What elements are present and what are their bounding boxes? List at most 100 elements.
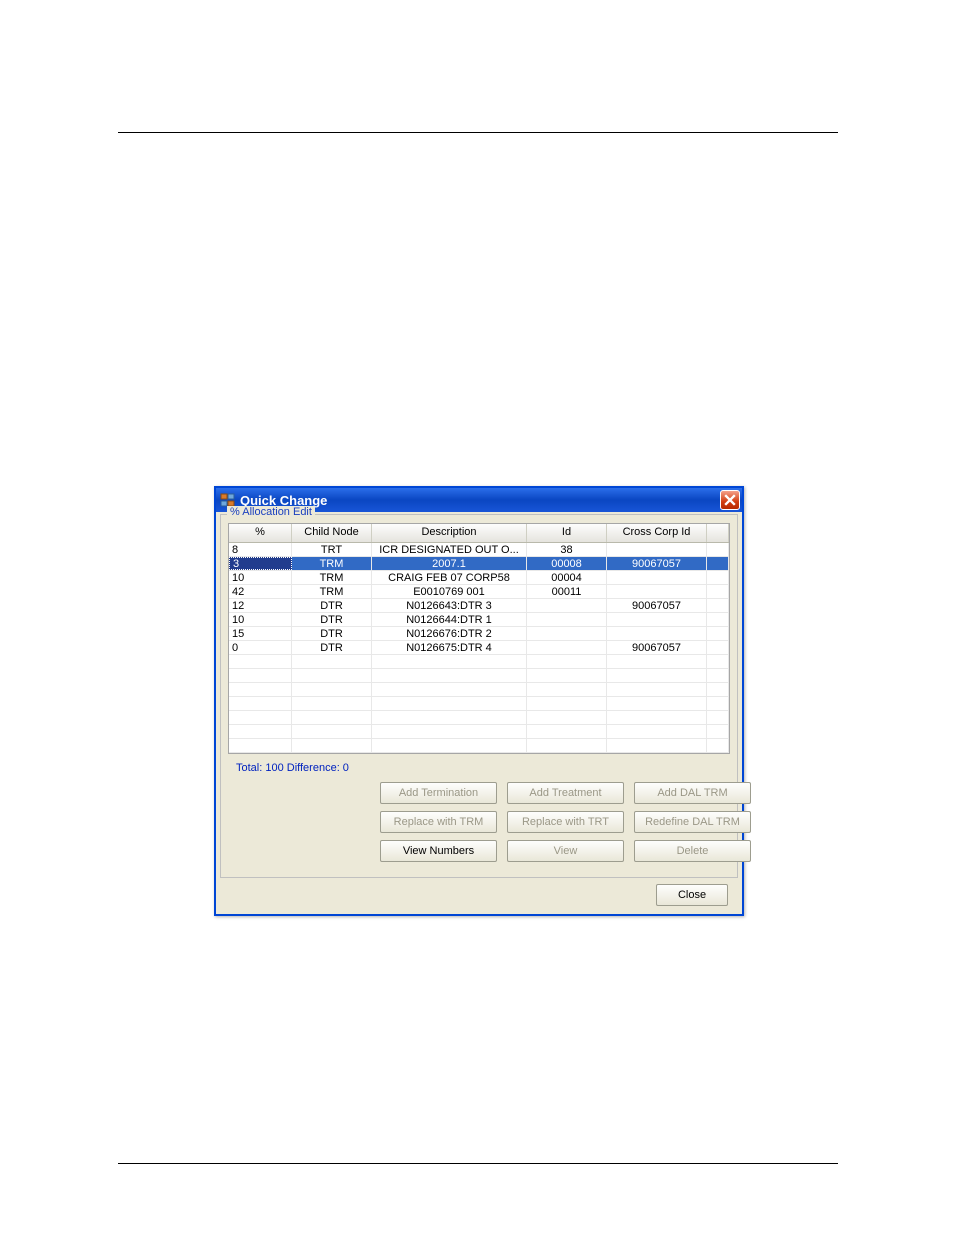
- grid-cell[interactable]: [707, 711, 729, 724]
- table-row[interactable]: 10DTRN0126644:DTR 1: [229, 613, 729, 627]
- grid-cell[interactable]: [607, 543, 707, 556]
- grid-cell[interactable]: [707, 683, 729, 696]
- grid-cell[interactable]: 15: [229, 627, 292, 640]
- grid-cell[interactable]: [229, 683, 292, 696]
- grid-cell[interactable]: 00008: [527, 557, 607, 570]
- grid-cell[interactable]: 42: [229, 585, 292, 598]
- grid-cell[interactable]: N0126643:DTR 3: [372, 599, 527, 612]
- view-button[interactable]: View: [507, 840, 624, 862]
- table-row-empty[interactable]: [229, 739, 729, 753]
- grid-cell[interactable]: 10: [229, 613, 292, 626]
- grid-cell[interactable]: [607, 711, 707, 724]
- allocation-grid[interactable]: % Child Node Description Id Cross Corp I…: [228, 523, 730, 754]
- grid-cell[interactable]: [292, 711, 372, 724]
- grid-cell[interactable]: [372, 711, 527, 724]
- grid-cell[interactable]: [229, 711, 292, 724]
- grid-cell[interactable]: 0: [229, 641, 292, 654]
- add-dal-trm-button[interactable]: Add DAL TRM: [634, 782, 751, 804]
- col-header-description[interactable]: Description: [372, 524, 527, 542]
- grid-cell[interactable]: [292, 725, 372, 738]
- grid-cell[interactable]: [707, 585, 729, 598]
- grid-cell[interactable]: [372, 739, 527, 752]
- grid-cell[interactable]: 12: [229, 599, 292, 612]
- grid-cell[interactable]: [372, 669, 527, 682]
- delete-button[interactable]: Delete: [634, 840, 751, 862]
- col-header-child-node[interactable]: Child Node: [292, 524, 372, 542]
- grid-cell[interactable]: [372, 683, 527, 696]
- grid-cell[interactable]: 38: [527, 543, 607, 556]
- grid-cell[interactable]: N0126675:DTR 4: [372, 641, 527, 654]
- grid-cell[interactable]: [527, 711, 607, 724]
- grid-cell[interactable]: [707, 725, 729, 738]
- grid-cell[interactable]: [527, 641, 607, 654]
- grid-cell[interactable]: E0010769 001: [372, 585, 527, 598]
- grid-cell[interactable]: [607, 739, 707, 752]
- grid-cell[interactable]: [607, 697, 707, 710]
- view-numbers-button[interactable]: View Numbers: [380, 840, 497, 862]
- grid-cell[interactable]: CRAIG FEB 07 CORP58: [372, 571, 527, 584]
- grid-cell[interactable]: [707, 599, 729, 612]
- redefine-dal-trm-button[interactable]: Redefine DAL TRM: [634, 811, 751, 833]
- grid-cell[interactable]: [607, 585, 707, 598]
- grid-cell[interactable]: 90067057: [607, 557, 707, 570]
- grid-cell[interactable]: [292, 669, 372, 682]
- grid-cell[interactable]: [527, 725, 607, 738]
- table-row-empty[interactable]: [229, 683, 729, 697]
- grid-cell[interactable]: 00004: [527, 571, 607, 584]
- grid-cell[interactable]: [292, 739, 372, 752]
- grid-cell[interactable]: DTR: [292, 627, 372, 640]
- grid-cell[interactable]: N0126644:DTR 1: [372, 613, 527, 626]
- table-row-empty[interactable]: [229, 711, 729, 725]
- grid-cell[interactable]: [527, 599, 607, 612]
- grid-cell[interactable]: [707, 739, 729, 752]
- grid-cell[interactable]: [527, 683, 607, 696]
- grid-cell[interactable]: [527, 613, 607, 626]
- replace-with-trt-button[interactable]: Replace with TRT: [507, 811, 624, 833]
- col-header-id[interactable]: Id: [527, 524, 607, 542]
- grid-cell[interactable]: [707, 655, 729, 668]
- grid-cell[interactable]: TRM: [292, 557, 372, 570]
- grid-cell[interactable]: [607, 571, 707, 584]
- grid-cell[interactable]: 2007.1: [372, 557, 527, 570]
- grid-cell[interactable]: [607, 627, 707, 640]
- grid-cell[interactable]: [707, 557, 729, 570]
- grid-cell[interactable]: [527, 655, 607, 668]
- grid-cell[interactable]: [229, 669, 292, 682]
- add-termination-button[interactable]: Add Termination: [380, 782, 497, 804]
- grid-cell[interactable]: 3: [229, 557, 292, 570]
- grid-cell[interactable]: [607, 655, 707, 668]
- grid-cell[interactable]: TRT: [292, 543, 372, 556]
- grid-cell[interactable]: [229, 739, 292, 752]
- table-row[interactable]: 42TRME0010769 00100011: [229, 585, 729, 599]
- grid-cell[interactable]: [707, 571, 729, 584]
- replace-with-trm-button[interactable]: Replace with TRM: [380, 811, 497, 833]
- grid-cell[interactable]: TRM: [292, 571, 372, 584]
- grid-cell[interactable]: ICR DESIGNATED OUT O...: [372, 543, 527, 556]
- grid-cell[interactable]: N0126676:DTR 2: [372, 627, 527, 640]
- grid-cell[interactable]: [372, 655, 527, 668]
- grid-cell[interactable]: [292, 683, 372, 696]
- grid-cell[interactable]: [527, 669, 607, 682]
- table-row-empty[interactable]: [229, 655, 729, 669]
- col-header-percent[interactable]: %: [229, 524, 292, 542]
- table-row[interactable]: 12DTRN0126643:DTR 390067057: [229, 599, 729, 613]
- grid-cell[interactable]: [707, 697, 729, 710]
- grid-cell[interactable]: [292, 697, 372, 710]
- close-icon[interactable]: [720, 490, 740, 510]
- table-row[interactable]: 10TRMCRAIG FEB 07 CORP5800004: [229, 571, 729, 585]
- grid-cell[interactable]: [607, 683, 707, 696]
- grid-cell[interactable]: 8: [229, 543, 292, 556]
- grid-cell[interactable]: TRM: [292, 585, 372, 598]
- grid-cell[interactable]: [229, 655, 292, 668]
- grid-cell[interactable]: [607, 725, 707, 738]
- grid-cell[interactable]: [607, 669, 707, 682]
- table-row-empty[interactable]: [229, 725, 729, 739]
- grid-cell[interactable]: [527, 697, 607, 710]
- grid-cell[interactable]: [372, 725, 527, 738]
- grid-cell[interactable]: 90067057: [607, 599, 707, 612]
- grid-cell[interactable]: 90067057: [607, 641, 707, 654]
- close-button[interactable]: Close: [656, 884, 728, 906]
- grid-cell[interactable]: DTR: [292, 641, 372, 654]
- table-row[interactable]: 0DTRN0126675:DTR 4 90067057: [229, 641, 729, 655]
- table-row[interactable]: 15DTRN0126676:DTR 2: [229, 627, 729, 641]
